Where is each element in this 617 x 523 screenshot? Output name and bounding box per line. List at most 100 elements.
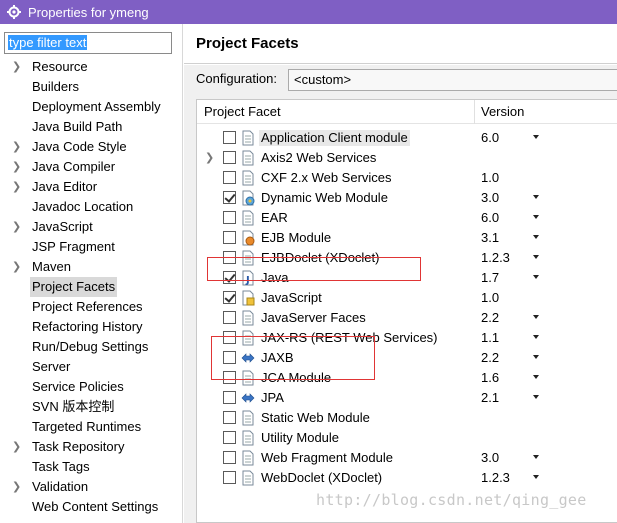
tree-item-label: Java Compiler <box>32 159 116 174</box>
page-icon <box>241 430 255 446</box>
facet-checkbox[interactable] <box>223 151 236 164</box>
tree-item[interactable]: ❯ Resource <box>0 57 182 77</box>
chevron-right-icon[interactable]: ❯ <box>12 157 22 177</box>
configuration-label: Configuration: <box>196 71 277 86</box>
tree-item-label: Builders <box>32 79 79 94</box>
facet-checkbox[interactable] <box>223 471 236 484</box>
chevron-right-icon[interactable]: ❯ <box>205 151 214 164</box>
tree-item[interactable]: Project References <box>0 297 182 317</box>
facet-row[interactable]: ❯ Axis2 Web Services <box>197 148 617 168</box>
version-dropdown-icon[interactable] <box>533 235 539 239</box>
tree-item[interactable]: ❯ Maven <box>0 257 182 277</box>
facet-checkbox[interactable] <box>223 211 236 224</box>
facet-checkbox[interactable] <box>223 291 236 304</box>
tree-item[interactable]: Server <box>0 357 182 377</box>
version-dropdown-icon[interactable] <box>533 355 539 359</box>
tree-item[interactable]: Java Build Path <box>0 117 182 137</box>
chevron-right-icon[interactable]: ❯ <box>12 437 22 457</box>
facet-row[interactable]: CXF 2.x Web Services 1.0 <box>197 168 617 188</box>
version-dropdown-icon[interactable] <box>533 335 539 339</box>
tree-item[interactable]: Task Tags <box>0 457 182 477</box>
facet-row[interactable]: JavaScript 1.0 <box>197 288 617 308</box>
configuration-select[interactable]: <custom> <box>288 69 617 91</box>
page-icon <box>241 130 255 146</box>
version-dropdown-icon[interactable] <box>533 395 539 399</box>
column-header-version[interactable]: Version <box>481 104 524 119</box>
tree-item[interactable]: Javadoc Location <box>0 197 182 217</box>
chevron-right-icon[interactable]: ❯ <box>12 177 22 197</box>
tree-item[interactable]: Deployment Assembly <box>0 97 182 117</box>
version-dropdown-icon[interactable] <box>533 455 539 459</box>
page-icon <box>241 310 255 326</box>
tree-item-label: Web Content Settings <box>32 499 159 514</box>
facet-row[interactable]: WebDoclet (XDoclet) 1.2.3 <box>197 468 617 488</box>
facet-row[interactable]: Web Fragment Module 3.0 <box>197 448 617 468</box>
version-dropdown-icon[interactable] <box>533 195 539 199</box>
gear-icon <box>6 4 22 20</box>
facet-checkbox[interactable] <box>223 231 236 244</box>
chevron-right-icon[interactable]: ❯ <box>12 57 22 77</box>
version-dropdown-icon[interactable] <box>533 375 539 379</box>
facet-checkbox[interactable] <box>223 171 236 184</box>
facet-checkbox[interactable] <box>223 311 236 324</box>
chevron-right-icon[interactable]: ❯ <box>12 257 22 277</box>
tree-item[interactable]: Web Content Settings <box>0 497 182 517</box>
tree-item[interactable]: ❯ Task Repository <box>0 437 182 457</box>
facet-checkbox[interactable] <box>223 191 236 204</box>
facets-table: Project Facet Version Application Client… <box>196 99 617 523</box>
column-divider[interactable] <box>474 100 475 124</box>
tree-item[interactable]: Project Facets <box>0 277 182 297</box>
facet-checkbox[interactable] <box>223 131 236 144</box>
tree-item[interactable]: Targeted Runtimes <box>0 417 182 437</box>
tree-item[interactable]: ❯ Validation <box>0 477 182 497</box>
facet-version: 6.0 <box>481 210 500 225</box>
facet-checkbox[interactable] <box>223 391 236 404</box>
facet-checkbox[interactable] <box>223 451 236 464</box>
tree-item[interactable]: Refactoring History <box>0 317 182 337</box>
column-header-facet[interactable]: Project Facet <box>204 104 281 119</box>
version-dropdown-icon[interactable] <box>533 255 539 259</box>
facet-row[interactable]: Static Web Module <box>197 408 617 428</box>
chevron-right-icon[interactable]: ❯ <box>12 217 22 237</box>
tree-item[interactable]: ❯ Java Editor <box>0 177 182 197</box>
facet-row[interactable]: Application Client module 6.0 <box>197 128 617 148</box>
facet-row[interactable]: EAR 6.0 <box>197 208 617 228</box>
tree-item-label: SVN 版本控制 <box>32 399 115 414</box>
tree-item[interactable]: JSP Fragment <box>0 237 182 257</box>
tree-item[interactable]: Run/Debug Settings <box>0 337 182 357</box>
tree-item[interactable]: ❯ Java Compiler <box>0 157 182 177</box>
facet-row[interactable]: EJB Module 3.1 <box>197 228 617 248</box>
facet-version: 1.7 <box>481 270 500 285</box>
tree-item[interactable]: Builders <box>0 77 182 97</box>
version-dropdown-icon[interactable] <box>533 275 539 279</box>
tree-item[interactable]: ❯ Java Code Style <box>0 137 182 157</box>
version-dropdown-icon[interactable] <box>533 215 539 219</box>
chevron-right-icon[interactable]: ❯ <box>12 477 22 497</box>
version-dropdown-icon[interactable] <box>533 475 539 479</box>
facet-row[interactable]: Dynamic Web Module 3.0 <box>197 188 617 208</box>
tree-item[interactable]: ❯ JavaScript <box>0 217 182 237</box>
facet-row[interactable]: Utility Module <box>197 428 617 448</box>
version-dropdown-icon[interactable] <box>533 135 539 139</box>
facet-name: Web Fragment Module <box>261 450 393 465</box>
chevron-right-icon[interactable]: ❯ <box>12 137 22 157</box>
tree-item[interactable]: SVN 版本控制 <box>0 397 182 417</box>
page-header: Project Facets <box>184 24 617 64</box>
property-tree: ❯ Resource Builders Deployment Assembly Java… <box>0 57 182 517</box>
tree-item-label: Server <box>32 359 71 374</box>
facet-name: Axis2 Web Services <box>261 150 377 165</box>
facet-version: 2.2 <box>481 310 500 325</box>
facet-checkbox[interactable] <box>223 431 236 444</box>
version-dropdown-icon[interactable] <box>533 315 539 319</box>
facet-version: 1.0 <box>481 170 500 185</box>
tree-item[interactable]: Service Policies <box>0 377 182 397</box>
facet-row[interactable]: JPA 2.1 <box>197 388 617 408</box>
facet-name: JPA <box>261 390 284 405</box>
facet-row[interactable]: JavaServer Faces 2.2 <box>197 308 617 328</box>
web-module-icon <box>241 190 255 206</box>
ejb-icon <box>241 230 255 246</box>
tree-item-label: Project Facets <box>30 277 118 297</box>
tree-item-label: Resource <box>32 59 88 74</box>
filter-input[interactable]: type filter text <box>4 32 172 54</box>
facet-checkbox[interactable] <box>223 411 236 424</box>
